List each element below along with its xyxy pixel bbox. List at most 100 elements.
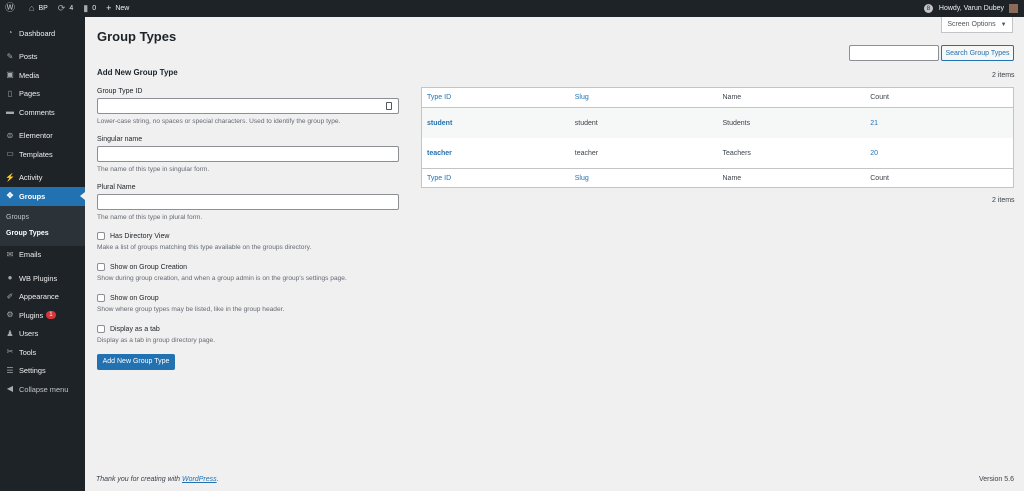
column-header-count: Count <box>870 94 889 101</box>
sidebar-item-wb-plugins[interactable]: ● WB Plugins <box>0 269 85 288</box>
search-input[interactable] <box>849 45 939 61</box>
comments-count: 0 <box>92 5 97 12</box>
singular-name-desc: The name of this type in singular form. <box>97 166 210 173</box>
sidebar-item-label: Collapse menu <box>19 384 69 394</box>
sidebar-item-pages[interactable]: ▯ Pages <box>0 85 85 104</box>
sidebar-item-label: Posts <box>19 52 38 62</box>
checkbox-label[interactable]: Show on Group <box>110 295 159 302</box>
sidebar-item-label: Elementor <box>19 131 53 141</box>
submenu-label: Groups <box>6 214 29 221</box>
sidebar-item-users[interactable]: ♟ Users <box>0 325 85 344</box>
checkbox-label[interactable]: Has Directory View <box>110 233 169 240</box>
sidebar-item-tools[interactable]: ✂ Tools <box>0 343 85 362</box>
group-type-id-field[interactable] <box>97 98 399 114</box>
collapse-menu-button[interactable]: ◀ Collapse menu <box>0 380 85 399</box>
caret-down-icon: ▼ <box>1000 21 1007 28</box>
type-id-link[interactable]: teacher <box>422 150 570 157</box>
column-footer-count: Count <box>870 174 889 182</box>
new-label: New <box>115 5 130 12</box>
sidebar-item-label: Templates <box>19 149 53 159</box>
table-footer-row: Type ID Slug Name Count <box>422 168 1013 187</box>
admin-sidebar: ◔ Dashboard ✎ Posts ▣ Media ▯ Pages ▬ Comment… <box>0 17 85 491</box>
group-types-table: Type ID Slug Name Count student student … <box>421 87 1014 188</box>
name-cell: Students <box>722 119 751 127</box>
comment-bubble-icon: ▮ <box>83 3 89 13</box>
screen-options-label: Screen Options <box>947 21 996 28</box>
wordpress-logo-button[interactable]: Ⓦ <box>0 0 24 17</box>
group-type-id-label: Group Type ID <box>97 88 143 95</box>
updates-link[interactable]: ⟳ 4 <box>53 0 78 17</box>
sidebar-item-label: Plugins <box>19 310 44 320</box>
sidebar-item-templates[interactable]: ▭ Templates <box>0 145 85 164</box>
bulb-icon: ● <box>7 273 13 283</box>
wrench-icon: ✂ <box>6 347 14 357</box>
sidebar-item-label: Settings <box>19 366 46 376</box>
admin-bar: Ⓦ ⌂ BP ⟳ 4 ▮ 0 + New 8 Howdy, Varun Dube… <box>0 0 1024 17</box>
collapse-icon: ◀ <box>6 384 14 394</box>
table-row: student student Students 21 <box>422 108 1013 138</box>
slug-cell: teacher <box>574 149 599 157</box>
column-footer-name: Name <box>722 174 742 182</box>
type-id-link[interactable]: student <box>422 120 570 127</box>
column-footer-type-id[interactable]: Type ID <box>422 175 570 182</box>
count-link[interactable]: 21 <box>865 120 1013 127</box>
sidebar-item-plugins[interactable]: ⚙ Plugins 1 <box>0 306 85 325</box>
sidebar-item-emails[interactable]: ✉ Emails <box>0 246 85 265</box>
sidebar-item-label: Emails <box>19 250 42 260</box>
wordpress-link[interactable]: WordPress <box>182 476 217 483</box>
howdy-user[interactable]: Howdy, Varun Dubey <box>939 5 1004 12</box>
plural-name-field[interactable] <box>97 194 399 210</box>
count-link[interactable]: 20 <box>865 150 1013 157</box>
sidebar-item-label: Comments <box>19 107 55 117</box>
singular-name-field[interactable] <box>97 146 399 162</box>
checkbox-desc: Show during group creation, and when a g… <box>97 275 347 282</box>
checkbox-label[interactable]: Display as a tab <box>110 326 160 333</box>
updates-icon: ⟳ <box>57 3 66 13</box>
dashboard-icon: ◔ <box>7 28 13 38</box>
form-heading: Add New Group Type <box>97 68 178 77</box>
comment-icon: ▬ <box>6 107 14 117</box>
sidebar-item-activity[interactable]: ⚡ Activity <box>0 169 85 188</box>
show-on-group-creation-option: Show on Group Creation <box>97 263 400 271</box>
sidebar-item-media[interactable]: ▣ Media <box>0 66 85 85</box>
plus-icon: + <box>106 3 112 13</box>
search-group-types-button[interactable]: Search Group Types <box>941 45 1014 61</box>
activity-icon: ⚡ <box>5 172 15 182</box>
page-title: Group Types <box>97 29 177 44</box>
notification-badge-icon[interactable]: 8 <box>923 4 933 13</box>
checkbox-desc: Make a list of groups matching this type… <box>97 244 312 251</box>
checkbox-label[interactable]: Show on Group Creation <box>110 264 187 271</box>
sidebar-item-elementor[interactable]: ⊜ Elementor <box>0 127 85 146</box>
show-on-group-creation-checkbox[interactable] <box>97 263 105 271</box>
pin-icon: ✎ <box>6 51 14 61</box>
sidebar-item-posts[interactable]: ✎ Posts <box>0 48 85 67</box>
settings-icon: ☰ <box>6 365 14 375</box>
column-footer-slug[interactable]: Slug <box>570 175 718 182</box>
brush-icon: ✐ <box>6 291 14 301</box>
show-on-group-option: Show on Group <box>97 294 400 302</box>
has-directory-view-checkbox[interactable] <box>97 232 105 240</box>
show-on-group-checkbox[interactable] <box>97 294 105 302</box>
comments-link[interactable]: ▮ 0 <box>78 0 101 17</box>
sidebar-item-appearance[interactable]: ✐ Appearance <box>0 288 85 307</box>
sidebar-item-groups[interactable]: ✥ Groups <box>0 187 85 206</box>
submenu-item-groups[interactable]: Groups <box>0 210 85 226</box>
avatar[interactable] <box>1009 4 1018 13</box>
sidebar-item-label: Users <box>19 329 39 339</box>
site-name-link[interactable]: ⌂ BP <box>24 0 53 17</box>
plugins-update-badge: 1 <box>46 311 56 320</box>
autofill-icon[interactable] <box>386 102 392 110</box>
submenu-item-group-types[interactable]: Group Types <box>0 226 85 242</box>
sidebar-item-dashboard[interactable]: ◔ Dashboard <box>0 24 85 43</box>
column-header-slug[interactable]: Slug <box>570 94 718 101</box>
updates-count: 4 <box>69 5 74 12</box>
screen-options-button[interactable]: Screen Options ▼ <box>941 17 1013 33</box>
add-new-group-type-button[interactable]: Add New Group Type <box>97 353 175 370</box>
sidebar-item-settings[interactable]: ☰ Settings <box>0 362 85 381</box>
display-as-tab-checkbox[interactable] <box>97 325 105 333</box>
sidebar-item-comments[interactable]: ▬ Comments <box>0 103 85 122</box>
new-content-link[interactable]: + New <box>101 0 134 17</box>
column-header-name: Name <box>722 94 742 101</box>
column-header-type-id[interactable]: Type ID <box>422 94 570 101</box>
footer-version: Version 5.6 <box>978 476 1014 483</box>
